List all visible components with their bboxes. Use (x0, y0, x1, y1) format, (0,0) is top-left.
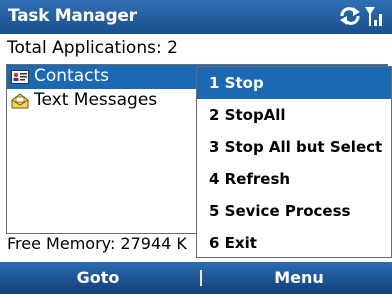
menu-item-stop[interactable]: 1 Stop (197, 67, 391, 99)
contacts-icon (11, 69, 29, 85)
list-item-label: Contacts (34, 66, 109, 86)
menu-item-stop-all[interactable]: 2 StopAll (197, 99, 391, 131)
softkey-label: Goto (76, 268, 120, 287)
status-icons (336, 5, 386, 29)
menu-item-label: 6 Exit (209, 234, 257, 252)
free-memory-label: Free Memory: 27944 K (7, 234, 187, 253)
menu-item-label: 5 Sevice Process (209, 202, 351, 220)
total-applications-label: Total Applications: 2 (7, 38, 178, 58)
menu-item-label: 4 Refresh (209, 170, 291, 188)
sync-icon[interactable] (338, 5, 362, 31)
list-item-label: Text Messages (34, 90, 158, 110)
title-bar: Task Manager (0, 0, 392, 34)
goto-softkey[interactable]: Goto (0, 262, 196, 294)
menu-softkey[interactable]: Menu (206, 262, 392, 294)
menu-item-label: 2 StopAll (209, 106, 286, 124)
softkey-divider (200, 270, 202, 286)
softkey-label: Menu (274, 268, 324, 287)
softkey-bar: Goto Menu (0, 262, 392, 294)
menu-item-exit[interactable]: 6 Exit (197, 227, 391, 259)
menu-item-label: 1 Stop (209, 74, 264, 92)
menu-item-stop-all-but-select[interactable]: 3 Stop All but Select (197, 131, 391, 163)
context-menu: 1 Stop 2 StopAll 3 Stop All but Select 4… (196, 66, 392, 258)
signal-icon[interactable] (364, 5, 386, 33)
menu-item-service-process[interactable]: 5 Sevice Process (197, 195, 391, 227)
window-title: Task Manager (8, 6, 137, 26)
menu-item-label: 3 Stop All but Select (209, 138, 383, 156)
text-messages-icon (11, 93, 29, 109)
menu-item-refresh[interactable]: 4 Refresh (197, 163, 391, 195)
